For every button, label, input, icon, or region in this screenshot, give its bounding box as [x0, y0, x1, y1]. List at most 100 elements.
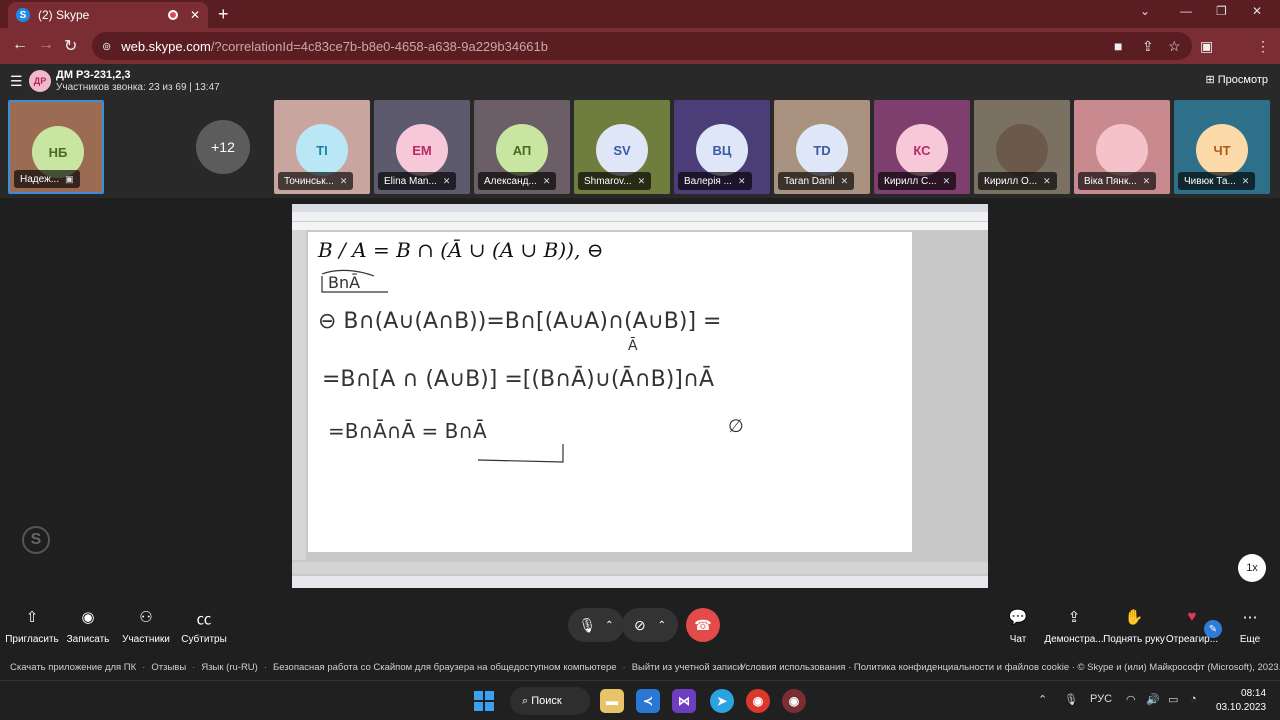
svg-text:∅: ∅: [728, 416, 744, 437]
participant-avatar: SV: [596, 124, 648, 176]
participant-name: Надеж... ▣: [14, 170, 80, 188]
camera-icon: ▣: [65, 173, 74, 184]
camera-icon[interactable]: ■: [1114, 38, 1122, 54]
call-title[interactable]: ДМ РЗ-231,2,3: [56, 69, 131, 81]
mic-toggle[interactable]: 🎙 ⌃: [568, 608, 624, 642]
page-footer: Скачать приложение для ПК · Отзывы · Язык …: [0, 656, 1280, 678]
menu-icon[interactable]: ☰: [10, 73, 23, 90]
mic-muted-icon: ✕: [339, 175, 348, 186]
tab-search-icon[interactable]: ⌄: [1140, 4, 1150, 18]
camera-toggle[interactable]: ⊘ ⌃: [622, 608, 678, 642]
participant-tile[interactable]: SV Shmarov... ✕: [574, 100, 670, 194]
forward-icon[interactable]: →: [38, 36, 54, 54]
invite-button[interactable]: ⇧ Пригласить: [0, 608, 64, 645]
side-panel-icon[interactable]: ▣: [1200, 38, 1213, 55]
participant-name-text: Shmarov...: [584, 175, 632, 187]
footer-link-language[interactable]: Язык (ru-RU): [201, 662, 258, 673]
record-button[interactable]: ◉ Записать: [56, 608, 120, 645]
new-tab-button[interactable]: +: [218, 4, 229, 25]
browser-tab[interactable]: S (2) Skype ✕: [8, 2, 208, 28]
chrome-icon[interactable]: ◉: [746, 689, 770, 713]
participant-avatar: АП: [496, 124, 548, 176]
visual-studio-icon[interactable]: ⋈: [672, 689, 696, 713]
captions-button[interactable]: ㏄ Субтитры: [172, 608, 236, 645]
browser-menu-icon[interactable]: ⋮: [1256, 38, 1270, 55]
wifi-icon[interactable]: ◠: [1126, 693, 1136, 706]
participant-tile[interactable]: НБ Надеж... ▣: [8, 100, 104, 194]
maximize-button[interactable]: ❐: [1216, 4, 1227, 18]
more-participants-button[interactable]: +12: [196, 120, 250, 174]
clock[interactable]: 08:14 03.10.2023: [1216, 687, 1266, 715]
minimize-button[interactable]: —: [1180, 4, 1192, 18]
volume-icon[interactable]: 🔊: [1146, 693, 1160, 706]
footer-link-feedback[interactable]: Отзывы: [151, 662, 186, 673]
participant-tile[interactable]: КС Кирилл С... ✕: [874, 100, 970, 194]
close-tab-icon[interactable]: ✕: [190, 8, 200, 22]
participant-tile[interactable]: ТІ Точинськ... ✕: [274, 100, 370, 194]
zoom-level-button[interactable]: 1x: [1238, 554, 1266, 582]
whiteboard-canvas: B / A = B ∩ (Ā ∪ (A ∪ B)), ⊖ ВnĀ ⊖ B∩(A∪…: [308, 232, 912, 552]
screen-share-stage: B / A = B ∩ (Ā ∪ (A ∪ B)), ⊖ ВnĀ ⊖ B∩(A∪…: [0, 198, 1280, 598]
call-subtitle: Участников звонка: 23 из 69 | 13:47: [56, 82, 220, 93]
mic-muted-icon: 🎙: [578, 616, 597, 633]
participant-tile[interactable]: ЕМ Elina Man... ✕: [374, 100, 470, 194]
windows-start-icon[interactable]: [474, 691, 494, 711]
participant-tile[interactable]: АП Александ... ✕: [474, 100, 570, 194]
participant-name: Elina Man... ✕: [378, 172, 457, 190]
footer-link-signout[interactable]: Выйти из учетной записи: [632, 662, 743, 673]
share-icon: ⇧: [25, 609, 39, 626]
address-bar[interactable]: ⊚ web.skype.com /?correlationId=4c83ce7b…: [92, 32, 1192, 60]
bookmark-star-icon[interactable]: ☆: [1168, 38, 1181, 55]
back-icon[interactable]: ←: [12, 36, 28, 54]
participant-tile[interactable]: Кирилл О... ✕: [974, 100, 1070, 194]
svg-text:=B∩[A ∩ (A∪B)] =[(B∩Ā)∪(Ā∩B)]∩: =B∩[A ∩ (A∪B)] =[(B∩Ā)∪(Ā∩B)]∩Ā: [322, 367, 714, 392]
share-screen-button[interactable]: ⇪ Демонстра...: [1042, 608, 1106, 645]
notifications-icon[interactable]: ◔: [1190, 693, 1197, 705]
chat-button[interactable]: 💬 Чат: [986, 608, 1050, 645]
participant-avatar: ВЦ: [696, 124, 748, 176]
skype-favicon-icon: S: [16, 8, 30, 22]
file-explorer-icon[interactable]: ▬: [600, 689, 624, 713]
participant-tile[interactable]: ВЦ Валерія ... ✕: [674, 100, 770, 194]
language-indicator[interactable]: РУС: [1090, 693, 1112, 705]
participant-avatar: ЕМ: [396, 124, 448, 176]
hang-up-button[interactable]: ☎: [686, 608, 720, 642]
mic-muted-icon: ✕: [542, 175, 551, 186]
share-page-icon[interactable]: ⇪: [1142, 38, 1154, 55]
telegram-icon[interactable]: ➤: [710, 689, 734, 713]
windows-taskbar: ⌕ Поиск ▬ ≺ ⋈ ➤ ◉ ◉ ⌃ 🎙 РУС ◠ 🔊 ▭ ◔ 08:1…: [0, 680, 1280, 720]
recording-indicator-icon: [167, 10, 178, 20]
vscode-icon[interactable]: ≺: [636, 689, 660, 713]
record-icon: ◉: [81, 609, 95, 626]
participants-button[interactable]: ⚇ Участники: [114, 608, 178, 645]
participant-name-text: Кирилл О...: [984, 175, 1038, 187]
participant-avatar: TD: [796, 124, 848, 176]
view-button[interactable]: ⊞ Просмотр: [1205, 73, 1268, 86]
participants-strip: НБ Надеж... ▣ ТІ Точинськ... ✕ ЕМ Elina Man... ✕…: [0, 98, 1280, 198]
footer-legal[interactable]: Условия использования · Политика конфиде…: [740, 662, 1280, 673]
camera-options-chevron-icon[interactable]: ⌃: [658, 620, 666, 631]
chat-label: Чат: [1009, 634, 1027, 645]
raise-hand-button[interactable]: ✋ Поднять руку: [1102, 608, 1166, 645]
tray-overflow-icon[interactable]: ⌃: [1038, 693, 1047, 706]
footer-link-download[interactable]: Скачать приложение для ПК: [10, 662, 136, 673]
battery-icon[interactable]: ▭: [1168, 693, 1178, 706]
participant-name-text: Валерія ...: [684, 175, 732, 187]
participant-tile[interactable]: ЧТ Чивюк Та... ✕: [1174, 100, 1270, 194]
participant-tile[interactable]: Віка Пянк... ✕: [1074, 100, 1170, 194]
tray-mic-icon[interactable]: 🎙: [1064, 693, 1078, 706]
address-toolbar: ← → ↻ ⊚ web.skype.com /?correlationId=4c…: [0, 28, 1280, 85]
mic-options-chevron-icon[interactable]: ⌃: [605, 620, 613, 631]
footer-link-security[interactable]: Безопасная работа со Скайпом для браузер…: [273, 662, 617, 673]
close-window-button[interactable]: ✕: [1252, 4, 1262, 18]
participant-name-text: Надеж...: [20, 173, 60, 185]
invite-label: Пригласить: [5, 634, 59, 645]
site-info-icon[interactable]: ⊚: [102, 40, 111, 53]
participant-tile[interactable]: TD Taran Danil ✕: [774, 100, 870, 194]
more-button[interactable]: ⋯ Еще: [1218, 608, 1280, 645]
chrome-profile-icon[interactable]: ◉: [782, 689, 806, 713]
taskbar-search[interactable]: ⌕ Поиск: [510, 687, 590, 715]
call-controls: ⇧ Пригласить ◉ Записать ⚇ Участники ㏄ Су…: [0, 598, 1280, 656]
participant-name: Taran Danil ✕: [778, 172, 855, 190]
reload-icon[interactable]: ↻: [64, 36, 77, 56]
